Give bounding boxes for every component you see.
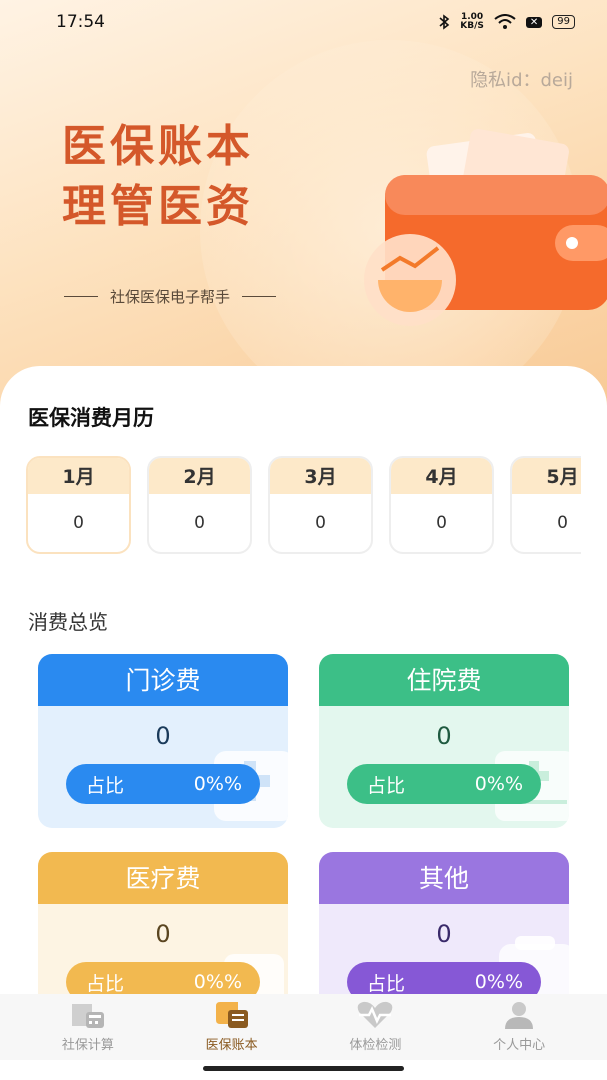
x-badge-icon: ✕ [525, 16, 543, 28]
month-label: 3月 [270, 458, 371, 494]
month-card-mar[interactable]: 3月 0 [268, 456, 373, 554]
month-card-jan[interactable]: 1月 0 [26, 456, 131, 554]
category-body: 0 占比 0%% [319, 706, 569, 828]
category-value: 0 [436, 722, 452, 750]
slogan-line-2: 理管医资 [62, 181, 254, 232]
month-value: 0 [194, 513, 205, 533]
ratio-value: 0%% [193, 971, 242, 993]
bluetooth-icon [439, 14, 450, 30]
ratio-label: 占比 [86, 972, 125, 995]
category-body: 0 占比 0%% [38, 706, 288, 828]
tab-health-check[interactable]: 体检检测 [305, 1000, 445, 1053]
month-card-feb[interactable]: 2月 0 [147, 456, 252, 554]
subtitle: 社保医保电子帮手 [64, 286, 277, 307]
tab-profile[interactable]: 个人中心 [449, 1000, 589, 1053]
month-label: 5月 [512, 458, 581, 494]
tab-label: 个人中心 [493, 1038, 546, 1053]
content-sheet: 医保消费月历 1月 0 2月 0 3月 0 4月 0 5月 0 消费总览 门诊费 [0, 366, 607, 1080]
month-calendar-scroller[interactable]: 1月 0 2月 0 3月 0 4月 0 5月 0 [26, 456, 581, 556]
ratio-value: 0%% [474, 971, 523, 993]
month-card-may[interactable]: 5月 0 [510, 456, 581, 554]
category-ratio-pill: 占比 0%% [66, 764, 260, 804]
category-value: 0 [436, 920, 452, 948]
tab-label: 社保计算 [61, 1038, 114, 1053]
month-value: 0 [436, 513, 447, 533]
slogan-line-1: 医保账本 [62, 121, 254, 172]
ratio-label: 占比 [367, 774, 406, 797]
home-indicator[interactable] [203, 1066, 404, 1071]
category-card-outpatient[interactable]: 门诊费 0 占比 0%% [38, 654, 288, 828]
subtitle-dash-right [242, 295, 277, 298]
ratio-label: 占比 [86, 774, 125, 797]
person-icon [505, 1002, 534, 1029]
tab-label: 体检检测 [349, 1038, 402, 1053]
ratio-value: 0%% [474, 773, 523, 795]
status-icons: 1.00 KB/S ✕ 99 [438, 13, 575, 31]
ratio-label: 占比 [367, 972, 406, 995]
month-value: 0 [557, 513, 568, 533]
category-value: 0 [155, 920, 171, 948]
battery-icon: 99 [552, 15, 575, 29]
tab-label: 医保账本 [205, 1038, 258, 1053]
calculator-icon [71, 1004, 104, 1028]
category-value: 0 [155, 722, 171, 750]
calendar-title: 医保消费月历 [28, 406, 154, 430]
category-name: 住院费 [319, 654, 569, 706]
status-time: 17:54 [56, 12, 105, 32]
category-name: 门诊费 [38, 654, 288, 706]
tab-social-calc[interactable]: 社保计算 [18, 1000, 158, 1053]
net-speed: 1.00 KB/S [460, 12, 484, 31]
month-label: 4月 [391, 458, 492, 494]
hero-banner: 17:54 1.00 KB/S ✕ 99 隐私id：deij 医保账本 理管医资… [0, 0, 607, 420]
wallet-illustration-icon [364, 128, 607, 326]
category-name: 其他 [319, 852, 569, 904]
subtitle-text: 社保医保电子帮手 [110, 288, 231, 306]
category-card-hospitalization[interactable]: 住院费 0 占比 0%% [319, 654, 569, 828]
status-bar: 17:54 1.00 KB/S ✕ 99 [0, 0, 607, 44]
wifi-icon [494, 14, 516, 29]
category-ratio-pill: 占比 0%% [347, 764, 541, 804]
month-label: 2月 [149, 458, 250, 494]
ratio-value: 0%% [193, 773, 242, 795]
bottom-tab-bar: 社保计算 医保账本 体检检测 个人中心 [0, 994, 607, 1060]
heart-pulse-icon [358, 1001, 393, 1028]
category-name: 医疗费 [38, 852, 288, 904]
ledger-icon [215, 1002, 248, 1028]
subtitle-dash-left [64, 295, 98, 298]
tab-medical-ledger[interactable]: 医保账本 [162, 1000, 302, 1053]
overview-title: 消费总览 [28, 610, 108, 634]
month-value: 0 [73, 513, 84, 533]
month-label: 1月 [28, 458, 129, 494]
privacy-id: 隐私id：deij [470, 70, 573, 91]
month-card-apr[interactable]: 4月 0 [389, 456, 494, 554]
month-value: 0 [315, 513, 326, 533]
